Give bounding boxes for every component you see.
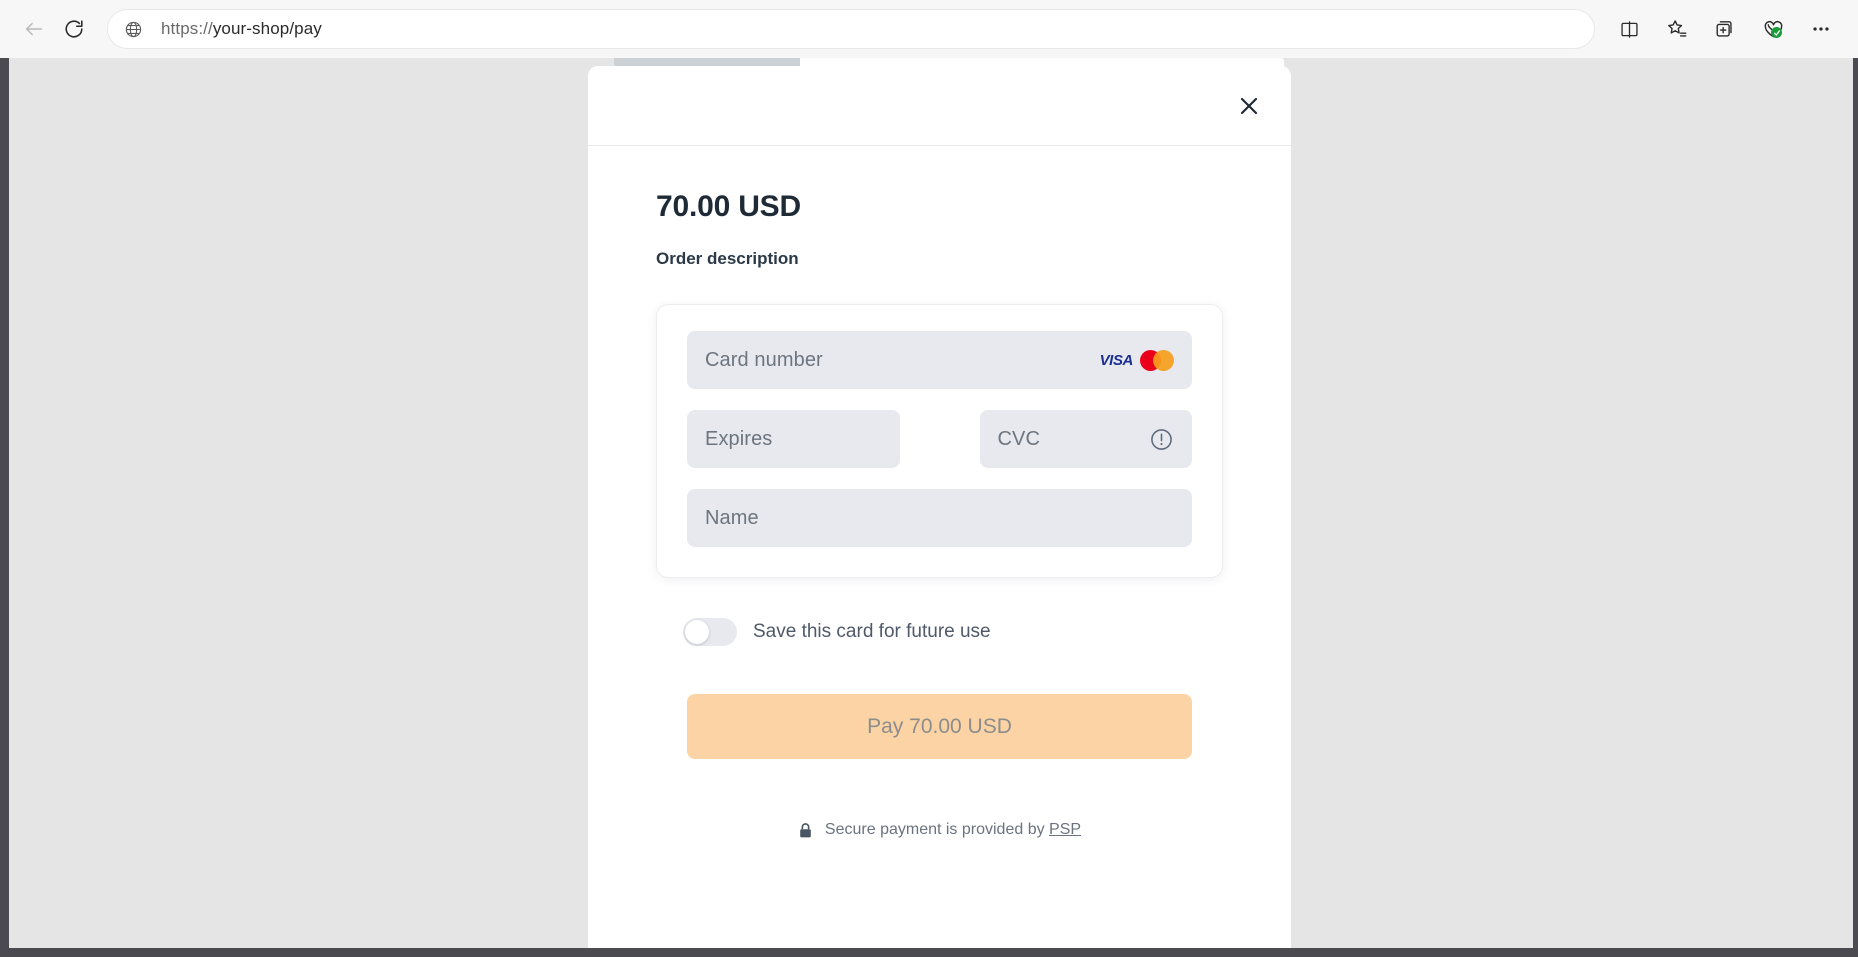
- url-path: your-shop/pay: [212, 19, 322, 38]
- secure-payment-text: Secure payment is provided by: [824, 821, 1045, 838]
- cvc-placeholder: CVC: [997, 427, 1041, 450]
- modal-header: [588, 66, 1291, 146]
- pay-button-label: Pay 70.00 USD: [867, 714, 1012, 738]
- payment-modal: 70.00 USD Order description Card number …: [588, 66, 1291, 948]
- card-number-placeholder: Card number: [705, 348, 823, 371]
- cardholder-name-field[interactable]: Name: [687, 489, 1192, 547]
- save-card-label: Save this card for future use: [753, 621, 991, 642]
- essentials-status-badge: [1771, 27, 1782, 38]
- card-form-panel: Card number VISA Expires CVC Name: [656, 304, 1223, 578]
- globe-icon: [124, 20, 143, 39]
- visa-icon: VISA: [1099, 351, 1134, 369]
- order-description: Order description: [656, 249, 799, 268]
- favorites-icon[interactable]: [1654, 9, 1700, 49]
- lock-icon: [798, 822, 813, 839]
- address-bar[interactable]: https://your-shop/pay: [108, 10, 1594, 48]
- cvc-field[interactable]: CVC: [979, 410, 1192, 468]
- info-circle-icon[interactable]: [1149, 427, 1174, 452]
- page-viewport: 70.00 USD Order description Card number …: [0, 58, 1858, 957]
- toggle-knob: [685, 620, 709, 644]
- field-spacer: [900, 410, 980, 468]
- split-screen-icon[interactable]: [1606, 9, 1652, 49]
- expires-placeholder: Expires: [705, 427, 773, 450]
- modal-body: 70.00 USD Order description Card number …: [588, 190, 1291, 839]
- pay-button[interactable]: Pay 70.00 USD: [687, 694, 1192, 759]
- refresh-button[interactable]: [54, 9, 94, 49]
- url-text: https://your-shop/pay: [161, 19, 322, 39]
- url-scheme: https://: [161, 19, 213, 38]
- collections-icon[interactable]: [1702, 9, 1748, 49]
- settings-more-icon[interactable]: [1798, 9, 1844, 49]
- browser-essentials-icon[interactable]: [1750, 9, 1796, 49]
- payment-amount: 70.00 USD: [656, 190, 801, 223]
- browser-toolbar: https://your-shop/pay: [0, 0, 1858, 58]
- save-card-toggle[interactable]: [683, 618, 737, 646]
- card-brand-marks: VISA: [1099, 349, 1174, 371]
- card-number-field[interactable]: Card number VISA: [687, 331, 1192, 389]
- expiry-cvc-row: Expires CVC: [687, 410, 1192, 468]
- back-button[interactable]: [14, 9, 54, 49]
- expires-field[interactable]: Expires: [687, 410, 900, 468]
- secure-payment-footer: Secure payment is provided by PSP: [656, 821, 1223, 839]
- browser-actions: [1604, 9, 1844, 49]
- name-placeholder: Name: [705, 506, 759, 529]
- psp-link[interactable]: PSP: [1049, 821, 1081, 839]
- close-icon[interactable]: [1231, 88, 1267, 124]
- save-card-row: Save this card for future use: [656, 618, 1223, 646]
- mastercard-icon: [1140, 349, 1174, 371]
